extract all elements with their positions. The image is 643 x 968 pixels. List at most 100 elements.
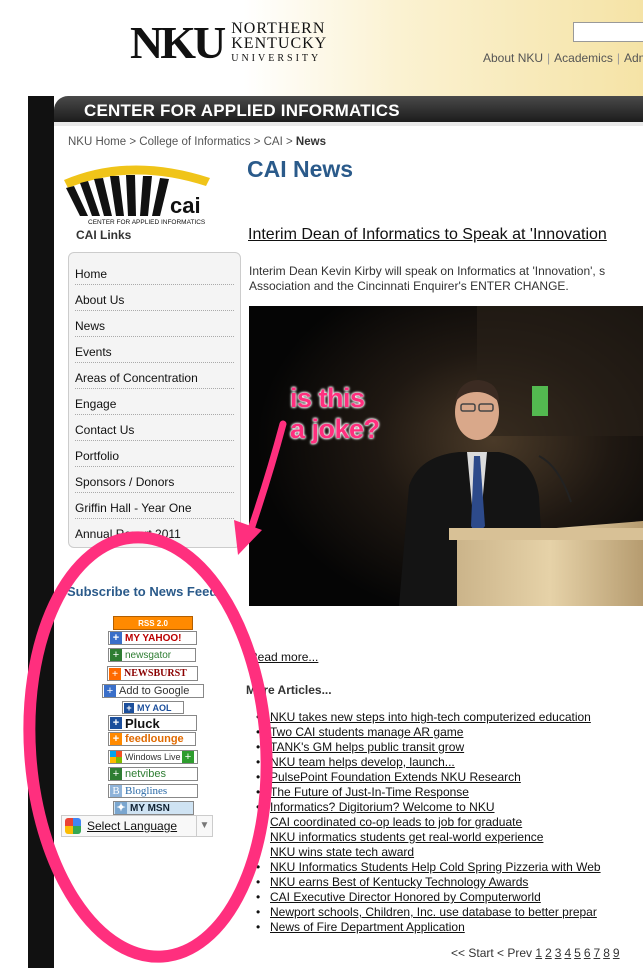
google-icon xyxy=(65,818,81,834)
pager-page[interactable]: 9 xyxy=(613,946,620,960)
logo-mark: NKU xyxy=(130,17,226,68)
list-item[interactable]: Two CAI students manage AR game xyxy=(256,725,601,740)
cai-logo-text: cai xyxy=(170,193,201,218)
pager-page[interactable]: 5 xyxy=(574,946,581,960)
cai-logo-subtext: CENTER FOR APPLIED INFORMATICS xyxy=(88,219,206,226)
list-item[interactable]: CAI Executive Director Honored by Comput… xyxy=(256,890,601,905)
plus-icon: + xyxy=(110,649,122,661)
list-item[interactable]: Informatics? Digitorium? Welcome to NKU xyxy=(256,800,601,815)
left-margin xyxy=(0,0,28,968)
logo-line-3: UNIVERSITY xyxy=(231,52,322,64)
list-item[interactable]: NKU Informatics Students Help Cold Sprin… xyxy=(256,860,601,875)
plus-icon: + xyxy=(124,702,134,713)
pager-page[interactable]: 7 xyxy=(594,946,601,960)
pager-prev[interactable]: << Start < Prev xyxy=(451,946,532,960)
list-item[interactable]: TANK's GM helps public transit grow xyxy=(256,740,601,755)
top-nav-about[interactable]: About NKU xyxy=(483,51,543,65)
featured-article-photo xyxy=(249,306,643,606)
banner-title[interactable]: CENTER FOR APPLIED INFORMATICS xyxy=(84,101,400,121)
cai-logo[interactable]: cai CENTER FOR APPLIED INFORMATICS xyxy=(60,158,220,228)
feed-bloglines-button[interactable]: B Bloglines xyxy=(108,784,198,798)
nav-home[interactable]: Home xyxy=(75,259,234,285)
list-item[interactable]: PulsePoint Foundation Extends NKU Resear… xyxy=(256,770,601,785)
breadcrumb-nku-home[interactable]: NKU Home xyxy=(68,136,126,148)
nav-annual-report[interactable]: Annual Report 2011 xyxy=(75,519,234,545)
nav-sponsors-donors[interactable]: Sponsors / Donors xyxy=(75,467,234,493)
logo-line-2: KENTUCKY xyxy=(231,34,328,52)
nav-events[interactable]: Events xyxy=(75,337,234,363)
article-list: NKU takes new steps into high-tech compu… xyxy=(256,710,601,935)
feed-newsburst-button[interactable]: + NEWSBURST xyxy=(107,666,198,681)
subscribe-heading: Subscribe to News Feed xyxy=(67,584,218,599)
nav-contact-us[interactable]: Contact Us xyxy=(75,415,234,441)
list-item[interactable]: NKU takes new steps into high-tech compu… xyxy=(256,710,601,725)
section-banner: CENTER FOR APPLIED INFORMATICS xyxy=(54,96,643,126)
list-item[interactable]: NKU earns Best of Kentucky Technology Aw… xyxy=(256,875,601,890)
plus-icon: + xyxy=(110,717,122,729)
featured-article-intro: Interim Dean Kevin Kirby will speak on I… xyxy=(249,264,606,293)
nav-engage[interactable]: Engage xyxy=(75,389,234,415)
list-item[interactable]: The Future of Just-In-Time Response xyxy=(256,785,601,800)
annotation-text: is this a joke? xyxy=(290,383,380,444)
feed-newsgator-button[interactable]: + newsgator xyxy=(108,648,196,662)
cai-links-heading: CAI Links xyxy=(76,228,132,242)
top-nav-admissions[interactable]: Adm xyxy=(624,51,643,65)
nav-areas-of-concentration[interactable]: Areas of Concentration xyxy=(75,363,234,389)
breadcrumb-current: News xyxy=(295,136,326,148)
pager-page[interactable]: 8 xyxy=(603,946,610,960)
breadcrumb: NKU Home > College of Informatics > CAI … xyxy=(68,136,326,148)
select-language-label: Select Language xyxy=(87,819,178,833)
windows-icon xyxy=(110,751,122,763)
pager-page[interactable]: 4 xyxy=(564,946,571,960)
feed-feedlounge-button[interactable]: + feedlounge xyxy=(108,732,196,746)
language-selector[interactable]: Select Language ▼ xyxy=(61,815,213,837)
more-articles-heading: More Articles... xyxy=(246,683,332,697)
pagination: << Start < Prev 123456789 xyxy=(451,946,623,960)
nav-about-us[interactable]: About Us xyxy=(75,285,234,311)
feed-windows-live-button[interactable]: Windows Live + xyxy=(108,750,198,764)
feed-netvibes-button[interactable]: + netvibes xyxy=(108,767,198,781)
nav-griffin-hall[interactable]: Griffin Hall - Year One xyxy=(75,493,234,519)
chevron-down-icon: ▼ xyxy=(196,816,212,836)
feed-my-msn-button[interactable]: ✦ MY MSN xyxy=(113,801,194,815)
b-icon: B xyxy=(110,785,122,797)
logo-line-1: NORTHERN xyxy=(231,19,326,37)
site-header: NKU NORTHERN KENTUCKY UNIVERSITY xyxy=(28,0,643,96)
feed-rss-button[interactable]: RSS 2.0 xyxy=(113,616,193,630)
list-item[interactable]: Newport schools, Children, Inc. use data… xyxy=(256,905,601,920)
pager-page[interactable]: 2 xyxy=(545,946,552,960)
feed-my-yahoo-button[interactable]: + MY YAHOO! xyxy=(108,631,197,645)
nku-logo[interactable]: NKU NORTHERN KENTUCKY UNIVERSITY xyxy=(130,20,327,66)
list-item[interactable]: CAI coordinated co-op leads to job for g… xyxy=(256,815,601,830)
nav-news[interactable]: News xyxy=(75,311,234,337)
top-nav: About NKU|Academics|Adm xyxy=(483,51,643,65)
plus-icon: + xyxy=(110,733,122,745)
top-nav-academics[interactable]: Academics xyxy=(554,51,613,65)
plus-icon: + xyxy=(110,768,122,780)
nav-portfolio[interactable]: Portfolio xyxy=(75,441,234,467)
site-search-input[interactable] xyxy=(573,22,643,42)
page-title: CAI News xyxy=(247,156,354,182)
logo-wordmark: NORTHERN KENTUCKY UNIVERSITY xyxy=(231,19,328,66)
breadcrumb-informatics[interactable]: College of Informatics xyxy=(139,136,250,148)
plus-icon: + xyxy=(109,667,121,680)
left-dark-strip xyxy=(28,0,54,968)
plus-icon: + xyxy=(110,632,122,644)
plus-icon: + xyxy=(182,751,194,763)
feed-add-to-google-button[interactable]: + Add to Google xyxy=(102,684,204,698)
feed-my-aol-button[interactable]: + MY AOL xyxy=(122,701,184,714)
exit-sign xyxy=(532,386,548,416)
list-item[interactable]: NKU team helps develop, launch... xyxy=(256,755,601,770)
feed-pluck-button[interactable]: + Pluck xyxy=(108,715,197,731)
list-item[interactable]: NKU wins state tech award xyxy=(256,845,601,860)
pager-page[interactable]: 3 xyxy=(555,946,562,960)
list-item[interactable]: NKU informatics students get real-world … xyxy=(256,830,601,845)
butterfly-icon: ✦ xyxy=(115,802,127,814)
cai-links-nav: Home About Us News Events Areas of Conce… xyxy=(68,252,241,548)
breadcrumb-cai[interactable]: CAI xyxy=(264,136,283,148)
pager-page[interactable]: 6 xyxy=(584,946,591,960)
featured-article-title[interactable]: Interim Dean of Informatics to Speak at … xyxy=(248,226,607,244)
pager-page[interactable]: 1 xyxy=(535,946,542,960)
read-more-link[interactable]: Read more... xyxy=(249,650,318,664)
list-item[interactable]: News of Fire Department Application xyxy=(256,920,601,935)
